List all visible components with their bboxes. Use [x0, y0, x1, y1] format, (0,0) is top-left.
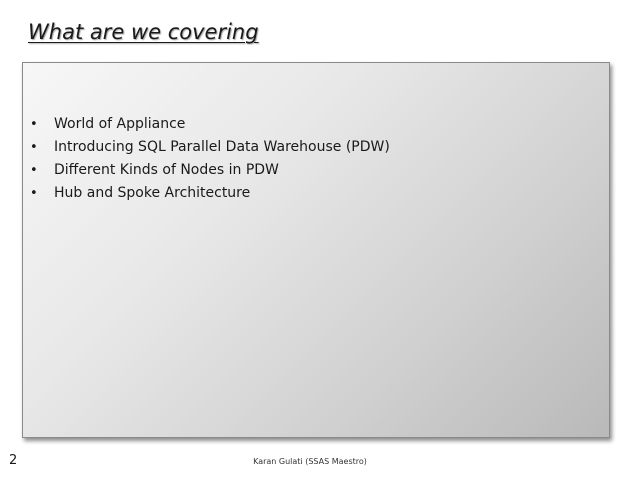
bullet-marker: • [30, 186, 38, 201]
footer: Karan Gulati (SSAS Maestro) [0, 457, 638, 466]
content-box: • World of Appliance • Introducing SQL P… [22, 62, 610, 438]
bullet-marker: • [30, 140, 38, 155]
bullet-text: World of Appliance [54, 116, 186, 132]
bullet-marker: • [30, 163, 38, 178]
bullet-text: Hub and Spoke Architecture [54, 185, 251, 201]
slide-title: What are we covering [28, 20, 259, 44]
slide: What are we covering • World of Applianc… [0, 0, 638, 478]
bullet-text: Introducing SQL Parallel Data Warehouse … [54, 139, 390, 155]
footer-text: Karan Gulati (SSAS Maestro) [253, 457, 367, 466]
bullet-text: Different Kinds of Nodes in PDW [54, 162, 279, 178]
bullet-marker: • [30, 117, 38, 132]
